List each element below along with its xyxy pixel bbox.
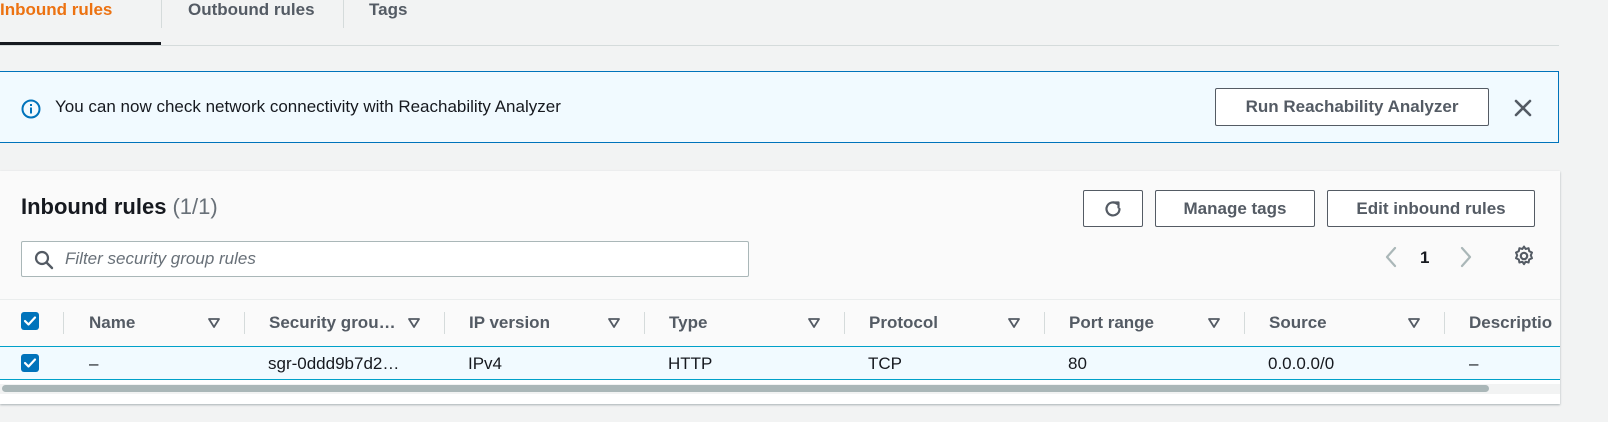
cell-source: 0.0.0.0/0 xyxy=(1268,354,1335,373)
cell-ip-version: IPv4 xyxy=(468,354,503,373)
check-icon xyxy=(23,358,37,368)
panel-title: Inbound rules (1/1) xyxy=(21,194,218,220)
run-reachability-analyzer-button[interactable]: Run Reachability Analyzer xyxy=(1215,88,1489,126)
tab-bar: Inbound rules Outbound rules Tags xyxy=(0,0,1559,46)
sort-icon[interactable] xyxy=(1407,316,1421,330)
reachability-banner: You can now check network connectivity w… xyxy=(0,71,1559,143)
rule-count: (1/1) xyxy=(172,194,218,219)
row-checkbox[interactable] xyxy=(21,354,39,372)
scrollbar-thumb[interactable] xyxy=(2,385,1489,392)
tab-divider xyxy=(161,0,162,28)
edit-inbound-rules-button[interactable]: Edit inbound rules xyxy=(1327,190,1535,227)
horizontal-scrollbar[interactable] xyxy=(0,384,1560,394)
sort-icon[interactable] xyxy=(207,316,221,330)
table-header: Name Security grou… IP version Type Prot… xyxy=(0,299,1560,347)
column-header-port-range[interactable]: Port range xyxy=(1069,300,1154,346)
tab-outbound-rules[interactable]: Outbound rules xyxy=(188,0,315,44)
chevron-right-icon[interactable] xyxy=(1456,245,1476,269)
page-number[interactable]: 1 xyxy=(1420,248,1429,268)
sort-icon[interactable] xyxy=(1007,316,1021,330)
active-tab-indicator xyxy=(0,42,161,45)
column-divider xyxy=(444,312,445,334)
column-divider xyxy=(1044,312,1045,334)
filter-rules-input[interactable] xyxy=(65,242,735,276)
column-header-description[interactable]: Descriptio xyxy=(1469,300,1552,346)
column-header-security-group-rule-id[interactable]: Security grou… xyxy=(269,300,396,346)
search-box xyxy=(21,241,749,277)
sort-icon[interactable] xyxy=(1207,316,1221,330)
refresh-icon xyxy=(1105,200,1121,217)
column-divider xyxy=(644,312,645,334)
column-divider xyxy=(244,312,245,334)
column-divider xyxy=(1444,312,1445,334)
sort-icon[interactable] xyxy=(607,316,621,330)
tab-inbound-rules[interactable]: Inbound rules xyxy=(0,0,112,44)
sort-icon[interactable] xyxy=(807,316,821,330)
cell-security-group-rule-id[interactable]: sgr-0ddd9b7d2… xyxy=(268,347,399,381)
banner-message: You can now check network connectivity w… xyxy=(55,97,561,116)
info-icon xyxy=(21,99,41,119)
sort-icon[interactable] xyxy=(407,316,421,330)
column-divider xyxy=(844,312,845,334)
column-header-type[interactable]: Type xyxy=(669,300,707,346)
column-divider xyxy=(63,312,64,334)
inbound-rules-panel: Inbound rules (1/1) Manage tags Edit inbo… xyxy=(0,171,1560,404)
search-icon xyxy=(34,250,54,270)
column-header-ip-version[interactable]: IP version xyxy=(469,300,550,346)
cell-name: – xyxy=(89,354,99,373)
close-icon[interactable] xyxy=(1511,96,1535,120)
tab-divider xyxy=(343,0,344,28)
cell-protocol: TCP xyxy=(868,354,902,373)
chevron-left-icon[interactable] xyxy=(1381,245,1401,269)
tab-tags[interactable]: Tags xyxy=(369,0,407,44)
column-header-source[interactable]: Source xyxy=(1269,300,1327,346)
check-icon xyxy=(23,316,37,326)
table-row[interactable]: – sgr-0ddd9b7d2… IPv4 HTTP TCP 80 0.0.0.… xyxy=(0,346,1560,380)
column-header-name[interactable]: Name xyxy=(89,300,135,346)
column-divider xyxy=(1244,312,1245,334)
refresh-button[interactable] xyxy=(1083,190,1143,227)
gear-icon[interactable] xyxy=(1512,244,1536,268)
manage-tags-button[interactable]: Manage tags xyxy=(1155,190,1315,227)
cell-port-range: 80 xyxy=(1068,354,1087,373)
panel-header: Inbound rules (1/1) Manage tags Edit inbo… xyxy=(0,171,1560,299)
select-all-checkbox[interactable] xyxy=(21,312,39,330)
panel-title-text: Inbound rules xyxy=(21,194,167,219)
cell-type: HTTP xyxy=(668,354,713,373)
column-header-protocol[interactable]: Protocol xyxy=(869,300,938,346)
cell-description: – xyxy=(1469,354,1479,373)
